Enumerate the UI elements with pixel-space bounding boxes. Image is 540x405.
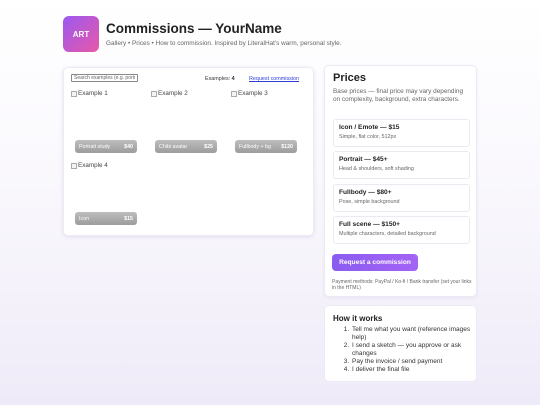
price-tier-name: Fullbody — $80+ [339, 189, 392, 196]
price-tier-detail: Simple, flat color, 512px [339, 134, 397, 140]
gallery-item[interactable]: Example 3 Fullbody + bg $120 [231, 90, 297, 156]
price-tier-name: Full scene — $150+ [339, 221, 401, 228]
logo-text: ART [72, 29, 90, 39]
how-it-works-title: How it works [333, 314, 383, 323]
price-tier-fullbody[interactable]: Fullbody — $80+ Pose, simple background [333, 184, 470, 212]
how-it-works-steps: Tell me what you want (reference images … [351, 326, 473, 374]
gallery-item-price: $120 [281, 143, 293, 150]
gallery-item-caption: Portrait study $40 [75, 140, 137, 153]
gallery-item-alt: Example 2 [158, 90, 188, 97]
examples-count: Examples: 4 [205, 76, 235, 82]
gallery-item-caption: Chibi avatar $25 [155, 140, 217, 153]
gallery-item-alt: Example 4 [78, 162, 108, 169]
payment-methods-note: Payment methods: PayPal / Ko-fi / Bank t… [332, 279, 472, 292]
price-tier-name: Portrait — $45+ [339, 156, 388, 163]
gallery-item-caption: Icon $15 [75, 212, 137, 225]
how-it-works-panel: How it works Tell me what you want (refe… [324, 305, 477, 382]
gallery-item-price: $25 [204, 143, 213, 150]
gallery-item[interactable]: Example 1 Portrait study $40 [71, 90, 137, 156]
broken-image-icon [231, 90, 237, 97]
page-header: ART Commissions — YourName Gallery • Pri… [63, 16, 341, 52]
gallery-item[interactable]: Example 2 Chibi avatar $25 [151, 90, 217, 156]
gallery-item-price: $15 [124, 215, 133, 222]
prices-title: Prices [333, 72, 367, 84]
price-tier-name: Icon / Emote — $15 [339, 124, 400, 131]
step-item: I send a sketch — you approve or ask cha… [351, 342, 473, 358]
page-title: Commissions — YourName [106, 21, 282, 36]
logo: ART [63, 16, 99, 52]
price-tier-detail: Pose, simple background [339, 199, 400, 205]
gallery-item-price: $40 [124, 143, 133, 150]
step-item: Tell me what you want (reference images … [351, 326, 473, 342]
price-tier-full-scene[interactable]: Full scene — $150+ Multiple characters, … [333, 216, 470, 244]
step-item: Pay the invoice / send payment [351, 358, 473, 366]
gallery-item-alt: Example 1 [78, 90, 108, 97]
price-tier-portrait[interactable]: Portrait — $45+ Head & shoulders, soft s… [333, 151, 470, 179]
prices-description: Base prices — final price may vary depen… [333, 88, 464, 103]
gallery-item-alt: Example 3 [238, 90, 268, 97]
broken-image-icon [71, 90, 77, 97]
page-subtitle: Gallery • Prices • How to commission. In… [106, 40, 342, 47]
price-tier-detail: Head & shoulders, soft shading [339, 166, 414, 172]
gallery-panel: Examples: 4 Request commission Example 1… [63, 67, 314, 236]
gallery-item[interactable]: Example 4 Icon $15 [71, 162, 137, 228]
request-commission-link[interactable]: Request commission [249, 76, 299, 82]
search-input[interactable] [71, 74, 138, 82]
step-item: I deliver the final file [351, 366, 473, 374]
request-commission-button[interactable]: Request a commission [332, 254, 418, 271]
price-tier-icon[interactable]: Icon / Emote — $15 Simple, flat color, 5… [333, 119, 470, 147]
broken-image-icon [151, 90, 157, 97]
gallery-item-caption: Fullbody + bg $120 [235, 140, 297, 153]
price-tier-detail: Multiple characters, detailed background [339, 231, 436, 237]
broken-image-icon [71, 162, 77, 169]
